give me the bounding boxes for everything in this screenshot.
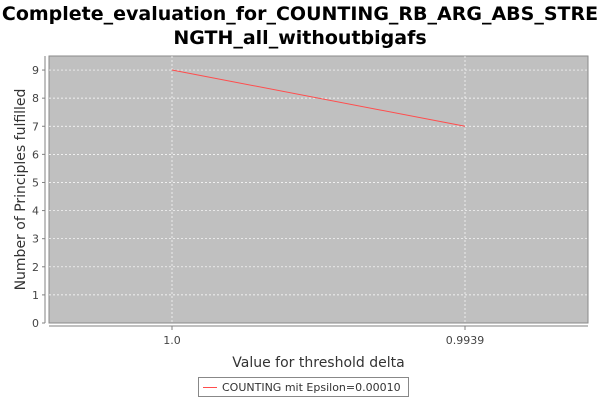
line-chart: 0 1 2 3 4 5 6 7 8 9 1.0 0.9939 Value for threshold d… xyxy=(13,55,589,371)
y-axis-label: Number of Principles fulfilled xyxy=(13,89,29,291)
y-tick-label: 0 xyxy=(32,317,39,330)
legend-swatch xyxy=(203,386,217,388)
y-tick-label: 1 xyxy=(32,289,39,302)
y-tick-label: 4 xyxy=(32,205,39,218)
y-tick-label: 2 xyxy=(32,261,39,274)
plot-area xyxy=(48,55,589,324)
y-tick-label: 3 xyxy=(32,233,39,246)
x-tick-label: 0.9939 xyxy=(446,334,485,347)
x-tick-label: 1.0 xyxy=(163,334,181,347)
y-tick-label: 6 xyxy=(32,148,39,161)
legend-label: COUNTING mit Epsilon=0.00010 xyxy=(222,380,401,394)
y-tick-label: 5 xyxy=(32,176,39,189)
y-tick-label: 7 xyxy=(32,120,39,133)
x-axis-label: Value for threshold delta xyxy=(232,355,404,371)
legend: COUNTING mit Epsilon=0.00010 xyxy=(198,377,409,397)
y-tick-label: 8 xyxy=(32,92,39,105)
y-tick-label: 9 xyxy=(32,64,39,77)
